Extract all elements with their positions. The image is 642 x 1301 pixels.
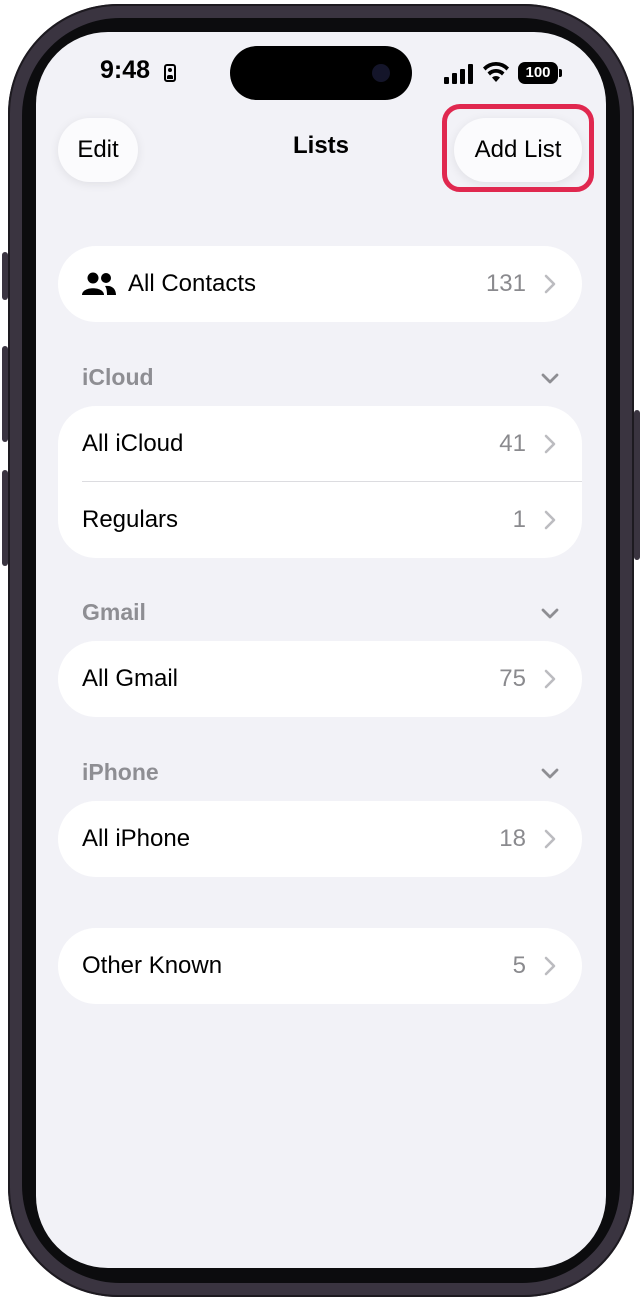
list-label: All Gmail <box>82 665 179 692</box>
screen: 9:48 100 Edit Lists Add List All Contact… <box>36 32 606 1268</box>
dynamic-island <box>230 46 412 100</box>
section-header-gmail[interactable]: Gmail <box>82 599 146 626</box>
signal-icon <box>444 64 474 84</box>
status-time: 9:48 <box>100 56 151 84</box>
list-label: All iCloud <box>82 430 184 457</box>
battery-tip <box>559 69 562 77</box>
side-button <box>634 410 640 560</box>
chevron-right-icon <box>544 669 556 689</box>
list-label: Regulars <box>82 506 179 533</box>
camera-icon <box>372 64 390 82</box>
list-label: All Contacts <box>128 270 257 297</box>
battery-icon: 100 <box>518 62 558 84</box>
list-label: Other Known <box>82 952 223 979</box>
gmail-card: All Gmail 75 <box>58 641 582 717</box>
list-count: 1 <box>512 506 526 533</box>
highlight-box <box>442 104 594 192</box>
chevron-right-icon <box>544 274 556 294</box>
list-row-all-gmail[interactable]: All Gmail 75 <box>58 641 582 717</box>
chevron-right-icon <box>544 434 556 454</box>
chevron-down-icon[interactable] <box>540 607 560 621</box>
list-label: All iPhone <box>82 825 191 852</box>
contacts-icon <box>82 272 116 295</box>
id-badge-icon <box>164 64 176 82</box>
list-row-all-icloud[interactable]: All iCloud 41 <box>58 406 582 482</box>
list-row-all-iphone[interactable]: All iPhone 18 <box>58 801 582 877</box>
section-header-icloud[interactable]: iCloud <box>82 364 154 391</box>
list-row-all-contacts[interactable]: All Contacts 131 <box>58 246 582 322</box>
list-row-regulars[interactable]: Regulars 1 <box>58 482 582 558</box>
all-contacts-card: All Contacts 131 <box>58 246 582 322</box>
icloud-card: All iCloud 41 Regulars 1 <box>58 406 582 558</box>
chevron-down-icon[interactable] <box>540 767 560 781</box>
list-count: 18 <box>499 825 526 852</box>
iphone-card: All iPhone 18 <box>58 801 582 877</box>
wifi-icon <box>483 61 509 82</box>
list-count: 5 <box>512 952 526 979</box>
section-header-iphone[interactable]: iPhone <box>82 759 159 786</box>
chevron-right-icon <box>544 956 556 976</box>
list-row-other-known[interactable]: Other Known 5 <box>58 928 582 1004</box>
chevron-right-icon <box>544 829 556 849</box>
list-count: 75 <box>499 665 526 692</box>
chevron-down-icon[interactable] <box>540 372 560 386</box>
list-count: 41 <box>499 430 526 457</box>
other-known-card: Other Known 5 <box>58 928 582 1004</box>
list-count: 131 <box>485 270 526 297</box>
chevron-right-icon <box>544 510 556 530</box>
